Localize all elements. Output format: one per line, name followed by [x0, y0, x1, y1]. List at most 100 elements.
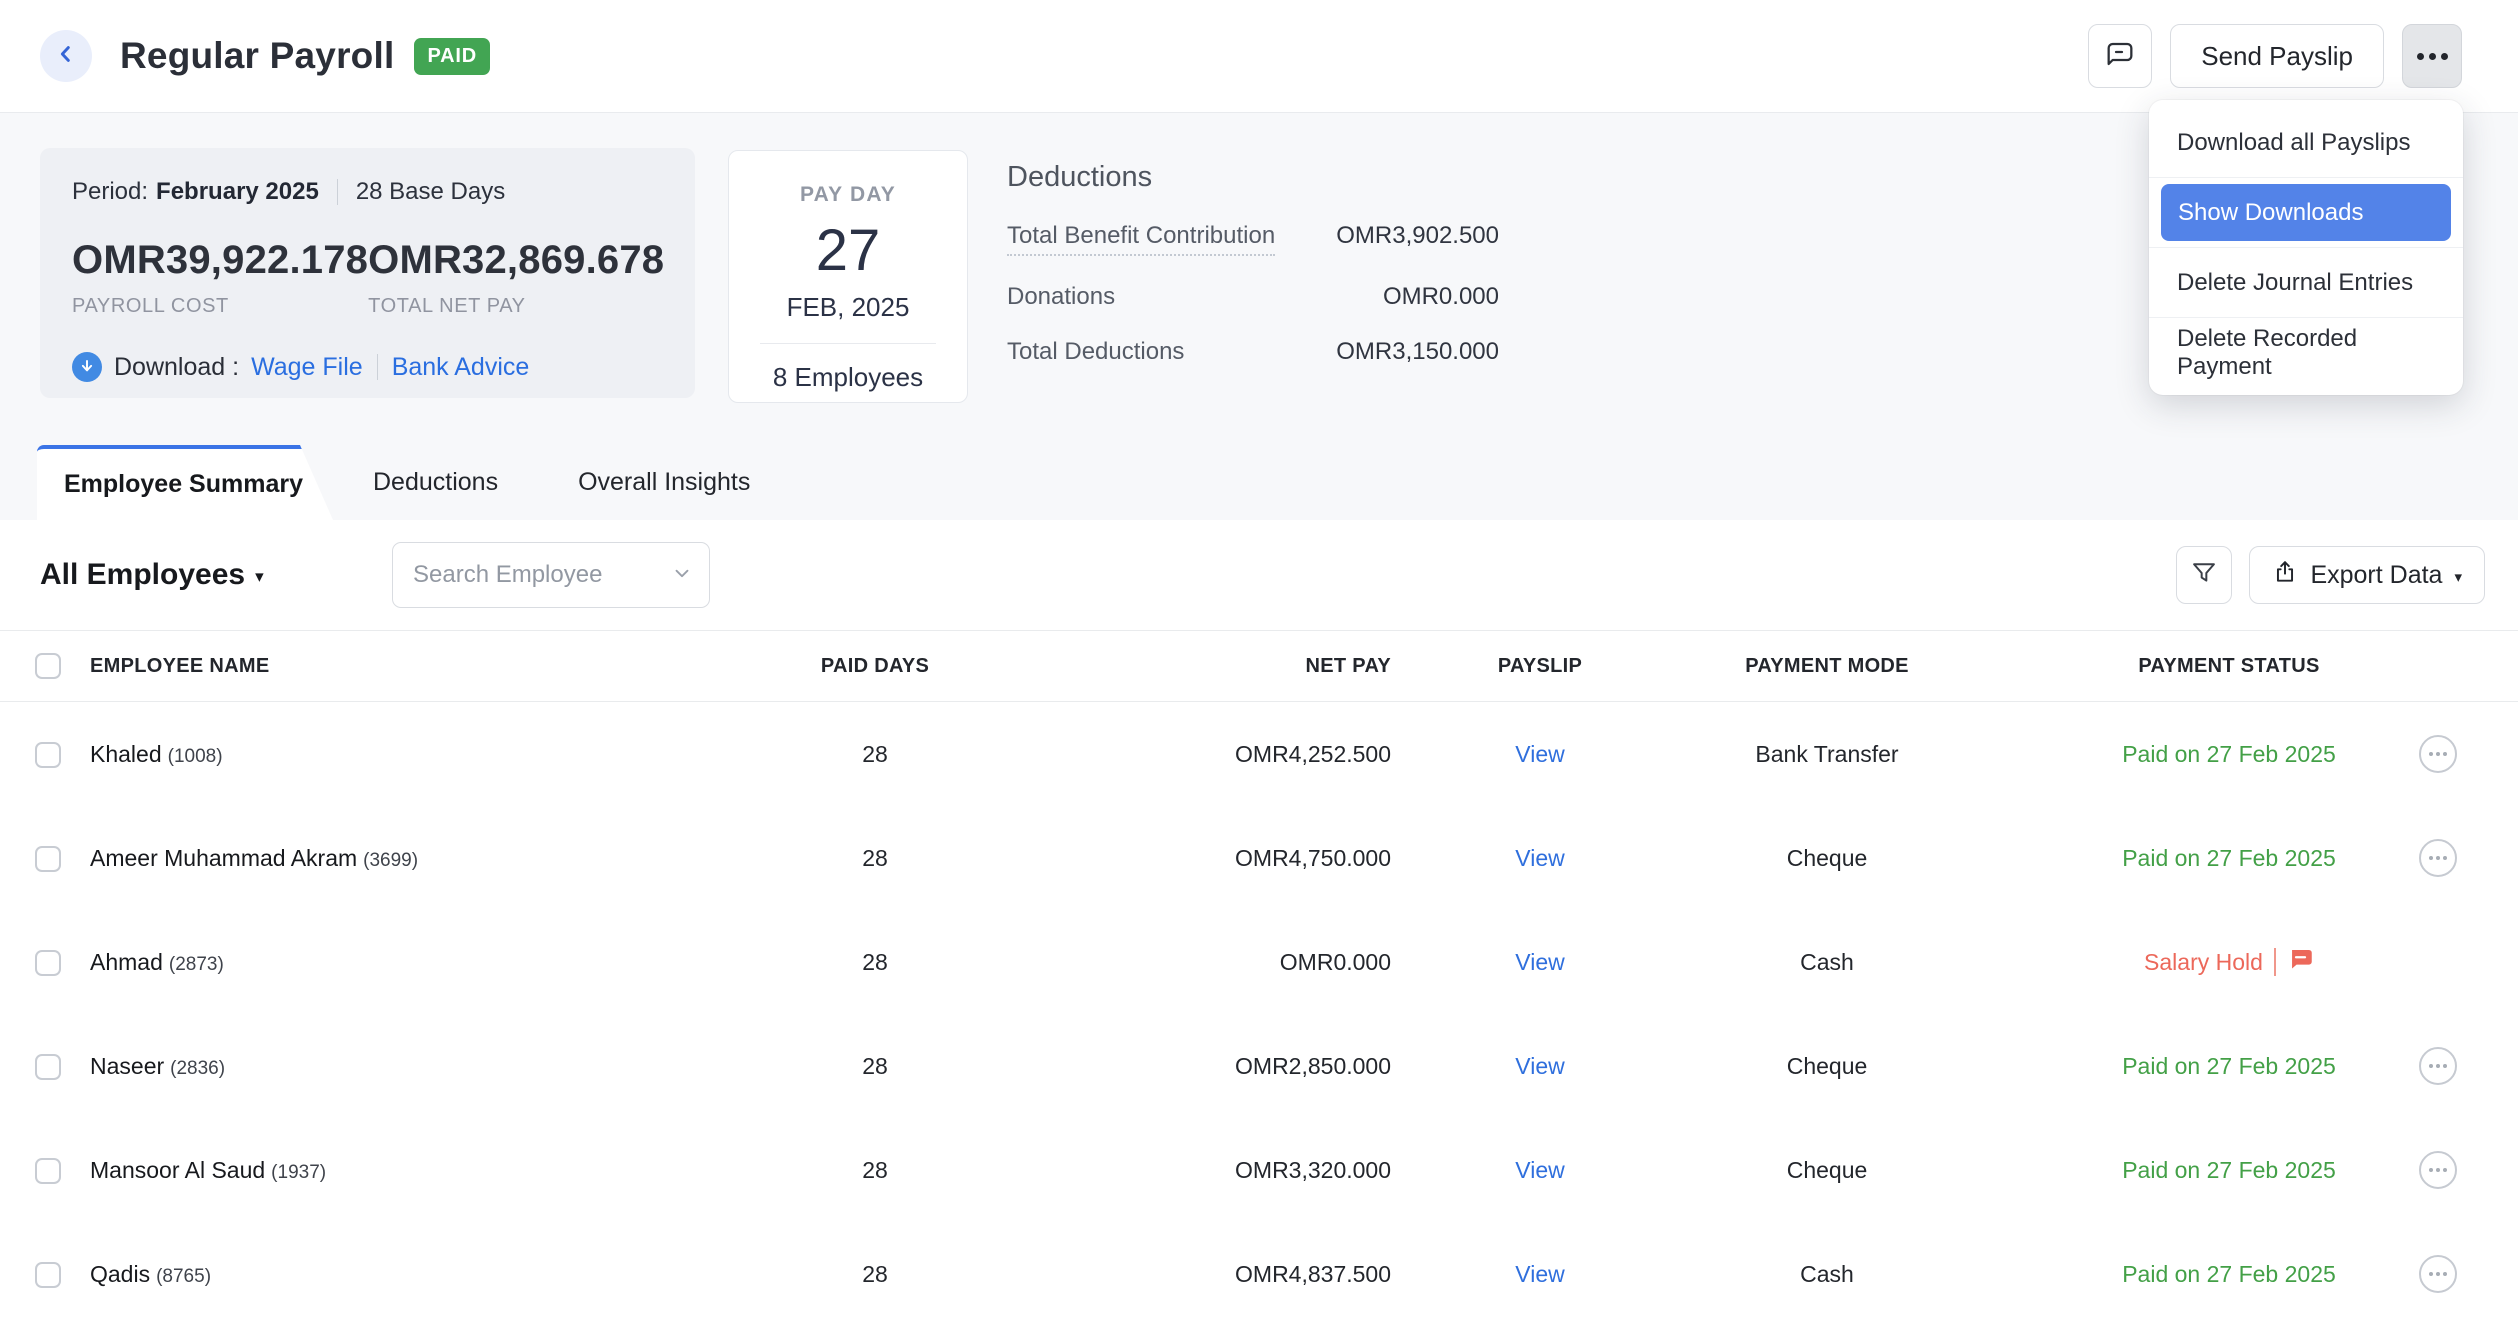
- divider: [2273, 948, 2276, 976]
- table-row: Ameer Muhammad Akram (3699) 28 OMR4,750.0…: [0, 806, 2518, 910]
- view-payslip-link[interactable]: View: [1515, 845, 1564, 871]
- header-payslip: PAYSLIP: [1497, 654, 1583, 677]
- salary-hold-comment-icon[interactable]: [2287, 946, 2314, 979]
- employee-name: Khaled: [90, 740, 162, 767]
- paid-days: 28: [862, 948, 888, 975]
- comments-button[interactable]: [2088, 24, 2153, 88]
- bank-advice-link[interactable]: Bank Advice: [392, 353, 530, 382]
- table-row: Naseer (2836) 28 OMR2,850.000 View Cheque…: [0, 1014, 2518, 1118]
- deductions-title: Deductions: [1007, 161, 1153, 193]
- row-checkbox[interactable]: [35, 741, 61, 768]
- header-paid-days: PAID DAYS: [820, 654, 930, 677]
- row-actions-button[interactable]: [2419, 839, 2457, 877]
- menu-item-delete-recorded-payment[interactable]: Delete Recorded Payment: [2149, 318, 2463, 387]
- divider: [760, 343, 936, 344]
- view-payslip-link[interactable]: View: [1515, 1261, 1564, 1287]
- funnel-icon: [2190, 559, 2218, 592]
- row-checkbox[interactable]: [35, 949, 61, 976]
- payment-status: Paid on 27 Feb 2025: [2122, 1156, 2336, 1183]
- divider: [376, 354, 378, 380]
- row-checkbox[interactable]: [35, 1157, 61, 1184]
- paid-days: 28: [862, 844, 888, 871]
- topbar-actions: Send Payslip: [2088, 24, 2462, 88]
- status-badge: PAID: [414, 37, 490, 75]
- payroll-summary-card: Period: February 2025 28 Base Days OMR39…: [40, 148, 695, 398]
- employee-id: (3699): [363, 849, 419, 871]
- send-payslip-button[interactable]: Send Payslip: [2170, 24, 2384, 88]
- tab-overall-insights[interactable]: Overall Insights: [538, 445, 790, 520]
- net-pay: OMR4,750.000: [1235, 844, 1391, 871]
- payday-day: 27: [815, 218, 881, 283]
- view-payslip-link[interactable]: View: [1515, 741, 1564, 767]
- page-title: Regular Payroll: [120, 35, 395, 76]
- search-input[interactable]: [413, 561, 671, 589]
- net-pay: OMR3,320.000: [1235, 1156, 1391, 1183]
- menu-item-delete-journal-entries[interactable]: Delete Journal Entries: [2149, 248, 2463, 317]
- paid-days: 28: [862, 1052, 888, 1079]
- net-pay: OMR0.000: [1279, 948, 1391, 975]
- employee-id: (1937): [271, 1161, 327, 1183]
- employee-search: [392, 542, 710, 608]
- row-actions-button[interactable]: [2419, 1047, 2457, 1085]
- deductions-summary: Deductions Total Benefit Contribution OM…: [1007, 161, 1499, 393]
- net-pay: OMR4,837.500: [1235, 1260, 1391, 1287]
- table-row: Mansoor Al Saud (1937) 28 OMR3,320.000 Vi…: [0, 1118, 2518, 1222]
- payroll-cost-label: PAYROLL COST: [72, 295, 229, 317]
- payment-mode: Cheque: [1786, 1156, 1868, 1183]
- payment-mode: Cheque: [1786, 844, 1868, 871]
- download-label: Download :: [114, 352, 240, 381]
- total-net-pay-label: TOTAL NET PAY: [368, 295, 526, 317]
- total-net-pay-amount: OMR32,869.678: [368, 238, 665, 282]
- payday-label: PAY DAY: [800, 183, 896, 206]
- employee-name: Qadis: [90, 1260, 151, 1287]
- deduction-label[interactable]: Total Benefit Contribution: [1007, 222, 1276, 256]
- select-all-checkbox[interactable]: [35, 653, 61, 679]
- summary-band: Period: February 2025 28 Base Days OMR39…: [0, 113, 2518, 520]
- employee-name: Ameer Muhammad Akram: [90, 844, 358, 871]
- divider: [336, 179, 338, 205]
- net-pay: OMR2,850.000: [1235, 1052, 1391, 1079]
- payday-month-year: FEB, 2025: [786, 292, 910, 322]
- net-pay: OMR4,252.500: [1235, 740, 1391, 767]
- table-row: Ahmad (2873) 28 OMR0.000 View Cash Salary…: [0, 910, 2518, 1014]
- more-actions-button[interactable]: [2402, 24, 2462, 88]
- paid-days: 28: [862, 1156, 888, 1183]
- back-button[interactable]: [40, 30, 92, 82]
- menu-item-show-downloads[interactable]: Show Downloads: [2161, 184, 2451, 241]
- header-payment-mode: PAYMENT MODE: [1745, 654, 1909, 677]
- employee-id: (8765): [156, 1265, 212, 1287]
- row-checkbox[interactable]: [35, 1053, 61, 1080]
- payday-employee-count: 8 Employees: [772, 362, 924, 392]
- employee-filter-dropdown[interactable]: All Employees ▾: [40, 558, 264, 592]
- payment-status: Paid on 27 Feb 2025: [2122, 1052, 2336, 1079]
- table-row: Qadis (8765) 28 OMR4,837.500 View Cash Pa…: [0, 1222, 2518, 1326]
- row-actions-button[interactable]: [2419, 1255, 2457, 1293]
- tab-employee-summary[interactable]: Employee Summary: [37, 445, 333, 520]
- export-data-button[interactable]: Export Data ▾: [2249, 546, 2485, 604]
- row-checkbox[interactable]: [35, 845, 61, 872]
- payment-status: Paid on 27 Feb 2025: [2122, 1260, 2336, 1287]
- payment-mode: Bank Transfer: [1755, 740, 1899, 767]
- table-controls: All Employees ▾ Export Data ▾: [0, 520, 2518, 630]
- view-payslip-link[interactable]: View: [1515, 1053, 1564, 1079]
- row-actions-button[interactable]: [2419, 735, 2457, 773]
- payment-mode: Cash: [1800, 948, 1854, 975]
- chevron-down-icon[interactable]: [671, 562, 693, 589]
- row-actions-button[interactable]: [2419, 1151, 2457, 1189]
- tab-deductions[interactable]: Deductions: [333, 445, 538, 520]
- row-checkbox[interactable]: [35, 1261, 61, 1288]
- employee-name: Naseer: [90, 1052, 165, 1079]
- payday-card: PAY DAY 27 FEB, 2025 8 Employees: [728, 150, 968, 403]
- table-row: Khaled (1008) 28 OMR4,252.500 View Bank T…: [0, 702, 2518, 806]
- deduction-value: OMR3,150.000: [1336, 338, 1499, 365]
- employee-id: (1008): [167, 745, 223, 767]
- employee-name: Ahmad: [90, 948, 163, 975]
- view-payslip-link[interactable]: View: [1515, 949, 1564, 975]
- wage-file-link[interactable]: Wage File: [251, 353, 363, 382]
- export-icon: [2272, 559, 2298, 592]
- filter-button[interactable]: [2176, 546, 2233, 604]
- paid-days: 28: [862, 1260, 888, 1287]
- view-payslip-link[interactable]: View: [1515, 1157, 1564, 1183]
- menu-item-download-all-payslips[interactable]: Download all Payslips: [2149, 108, 2463, 177]
- payment-status: Salary Hold: [2144, 948, 2263, 975]
